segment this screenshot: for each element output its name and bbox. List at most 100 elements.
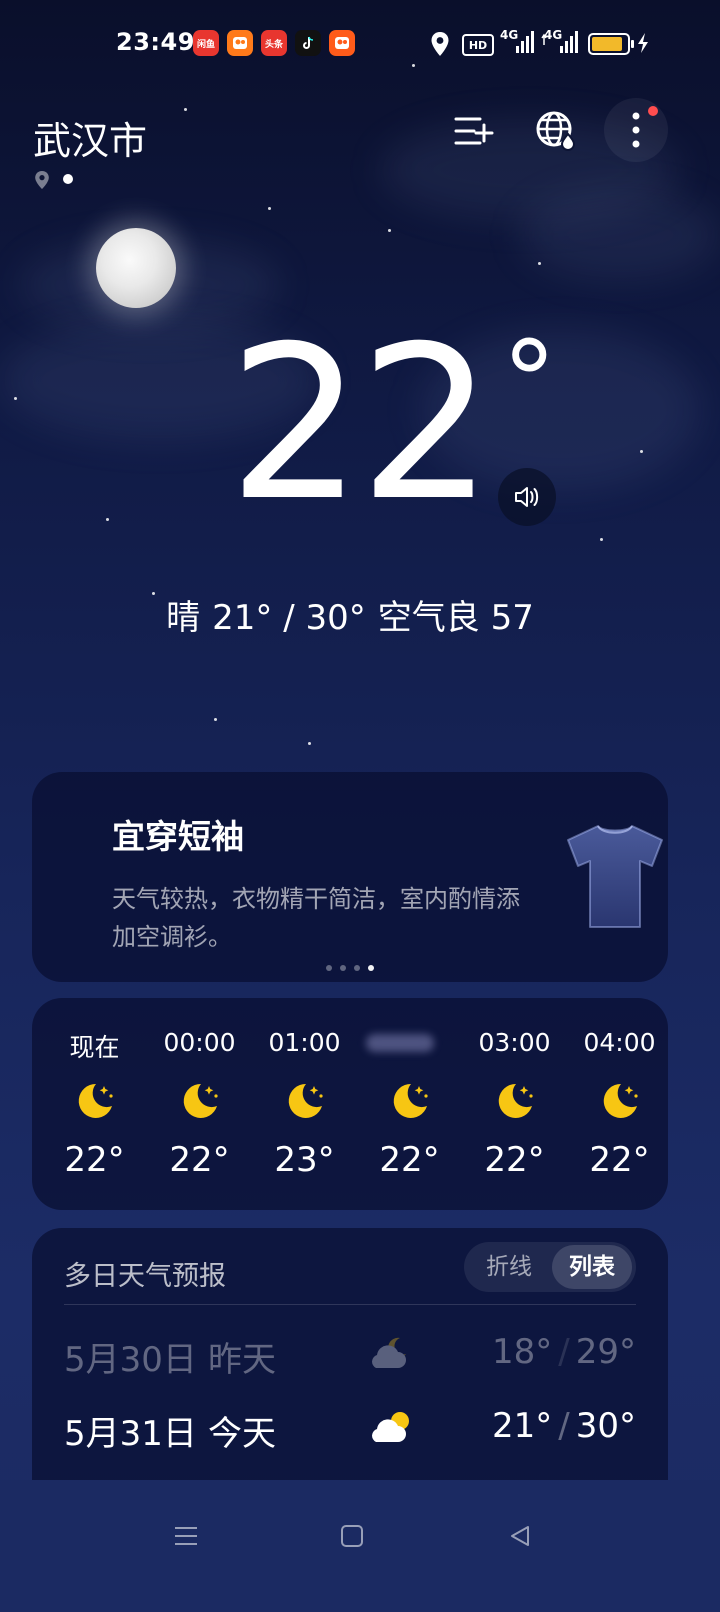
add-city-button[interactable] <box>442 99 506 163</box>
voice-broadcast-button[interactable] <box>498 468 556 526</box>
hourly-forecast-card[interactable]: 现在 22° 00:00 22° 01:00 23° 22° 03:00 22° 04:00 22° <box>32 998 668 1210</box>
forecast-high: 29° <box>575 1332 636 1372</box>
clear-night-icon <box>389 1080 431 1122</box>
back-triangle-icon <box>511 1526 529 1546</box>
home-square-icon <box>341 1525 363 1547</box>
app-xianyu-icon: 闲鱼 <box>193 30 219 56</box>
battery-tip <box>631 40 634 48</box>
toggle-list[interactable]: 列表 <box>552 1245 632 1289</box>
globe-weather-icon <box>536 111 576 151</box>
battery-icon <box>588 33 634 55</box>
daily-forecast-card: 多日天气预报 折线 列表 5月30日 昨天 18°/29° 5月31日 今天 2… <box>32 1228 668 1498</box>
nav-home-button[interactable] <box>324 1508 380 1564</box>
app-kuaishou-icon <box>329 30 355 56</box>
hour-time: 00:00 <box>163 1028 236 1057</box>
clothing-tip-card[interactable]: 宜穿短袖 天气较热，衣物精干简洁，室内酌情添加空调衫。 <box>32 772 668 982</box>
weather-summary: 晴 21° / 30° 空气良 57 <box>0 590 700 639</box>
clear-night-icon <box>179 1080 221 1122</box>
hour-temp: 22° <box>64 1140 125 1180</box>
forecast-high: 30° <box>575 1406 636 1446</box>
condition-text: 晴 <box>166 598 201 638</box>
forecast-slash: / <box>558 1332 570 1372</box>
degree-symbol: ° <box>501 317 557 445</box>
hour-temp: 22° <box>589 1140 650 1180</box>
city-name[interactable]: 武汉市 <box>33 110 147 165</box>
page-dot <box>354 965 360 971</box>
nav-menu-button[interactable] <box>158 1508 214 1564</box>
status-time: 23:49 <box>116 28 195 56</box>
partly-cloudy-night-icon <box>372 1337 406 1368</box>
hour-temp: 22° <box>484 1140 545 1180</box>
page-dot-active <box>368 965 374 971</box>
app-kuaishou-lite-icon <box>227 30 253 56</box>
air-quality[interactable]: 空气良 57 <box>378 598 534 638</box>
page-dot <box>326 965 332 971</box>
app-douyin-icon <box>295 30 321 56</box>
hour-time: 01:00 <box>268 1028 341 1057</box>
system-nav-bar <box>0 1480 720 1612</box>
page-dot <box>340 965 346 971</box>
star <box>388 229 391 232</box>
tip-description: 天气较热，衣物精干简洁，室内酌情添加空调衫。 <box>112 885 520 951</box>
star <box>106 518 109 521</box>
star <box>412 64 415 67</box>
forecast-slash: / <box>558 1406 570 1446</box>
more-button[interactable] <box>604 98 668 162</box>
notification-dot <box>648 106 658 116</box>
hd-voice-icon: HD <box>462 34 494 56</box>
location-icon <box>430 31 450 61</box>
forecast-date: 5月31日 <box>64 1414 197 1454</box>
globe-weather-button[interactable] <box>524 99 588 163</box>
moon-illustration <box>96 228 176 308</box>
battery-level-fill <box>592 37 622 51</box>
forecast-day: 昨天 <box>208 1340 276 1380</box>
forecast-low: 18° <box>492 1332 553 1372</box>
tip-page-dots <box>326 965 374 971</box>
tip-title: 宜穿短袖 <box>112 817 244 856</box>
menu-icon <box>175 1527 197 1545</box>
speaker-icon <box>515 487 539 507</box>
star <box>14 397 17 400</box>
star <box>184 108 187 111</box>
clear-night-icon <box>599 1080 641 1122</box>
forecast-temps: 21°/30° <box>492 1406 636 1446</box>
forecast-low: 21° <box>492 1406 553 1446</box>
hour-time: 04:00 <box>583 1028 656 1057</box>
city-page-indicator <box>63 174 73 184</box>
blurred-hour-label <box>366 1034 434 1052</box>
star <box>538 262 541 265</box>
partly-cloudy-day-icon <box>372 1412 409 1442</box>
clear-night-icon <box>284 1080 326 1122</box>
star <box>600 538 603 541</box>
star <box>640 450 643 453</box>
app-toutiao-icon: 头条 <box>261 30 287 56</box>
hour-temp: 23° <box>274 1140 335 1180</box>
forecast-divider <box>64 1304 636 1305</box>
tshirt-illustration <box>560 822 670 938</box>
hour-temp: 22° <box>169 1140 230 1180</box>
more-icon <box>632 112 640 148</box>
hour-time: 03:00 <box>478 1028 551 1057</box>
clear-night-icon <box>494 1080 536 1122</box>
temp-range: 21° / 30° <box>212 598 366 638</box>
current-location-icon <box>34 170 50 194</box>
charging-icon <box>636 32 650 58</box>
forecast-temps: 18°/29° <box>492 1332 636 1372</box>
forecast-row-today[interactable]: 5月31日 今天 21°/30° <box>32 1406 668 1476</box>
star <box>308 742 311 745</box>
forecast-view-toggle: 折线 列表 <box>464 1242 636 1292</box>
clear-night-icon <box>74 1080 116 1122</box>
forecast-row-yesterday[interactable]: 5月30日 昨天 18°/29° <box>32 1332 668 1402</box>
star <box>214 718 217 721</box>
hour-time: 现在 <box>69 1033 120 1062</box>
add-city-icon <box>454 117 494 145</box>
forecast-date: 5月30日 <box>64 1340 197 1380</box>
forecast-day: 今天 <box>208 1414 276 1454</box>
hour-temp: 22° <box>379 1140 440 1180</box>
temperature-value: 22 <box>228 300 494 547</box>
cloud-decoration <box>520 190 720 280</box>
forecast-title: 多日天气预报 <box>64 1261 226 1292</box>
star <box>268 207 271 210</box>
nav-back-button[interactable] <box>492 1508 548 1564</box>
toggle-line-chart[interactable]: 折线 <box>468 1242 550 1292</box>
